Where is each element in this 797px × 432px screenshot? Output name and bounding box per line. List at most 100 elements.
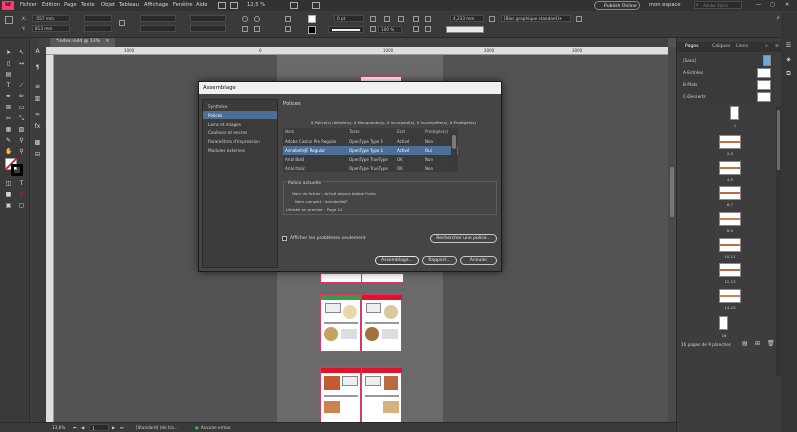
- master-a[interactable]: A-Entrées: [683, 70, 703, 75]
- scale-y-field[interactable]: [140, 25, 176, 32]
- character-panel-icon[interactable]: A: [34, 48, 41, 55]
- search-field[interactable]: ⌕ Adobe Stock: [694, 1, 742, 9]
- scale-x-field[interactable]: [140, 15, 176, 22]
- delete-page-icon[interactable]: 🗑: [767, 340, 775, 347]
- master-none[interactable]: [Sans]: [683, 58, 696, 63]
- page-thumb[interactable]: [719, 289, 741, 303]
- spread-page-right[interactable]: [361, 294, 402, 352]
- prev-page-icon[interactable]: ◀: [81, 425, 84, 430]
- horizontal-ruler[interactable]: 1000 0 1000 2000 3000: [46, 47, 668, 55]
- page-thumb[interactable]: [719, 186, 741, 200]
- apply-color-icon[interactable]: ■: [5, 191, 12, 198]
- table-row[interactable]: Arial Italic OpenType TrueType OK Non: [283, 164, 458, 172]
- master-thumb[interactable]: [763, 55, 771, 66]
- panel-menu-icon[interactable]: ≡: [775, 44, 779, 49]
- scissors-tool-icon[interactable]: ✂: [5, 115, 12, 122]
- page-thumb[interactable]: [730, 106, 739, 120]
- nav-polices[interactable]: Polices: [203, 111, 277, 119]
- fit-content-icon[interactable]: [413, 16, 419, 22]
- column-header[interactable]: Protégée(s): [425, 129, 448, 134]
- page-thumb[interactable]: [719, 263, 741, 277]
- menu-affichage[interactable]: Affichage: [144, 2, 168, 8]
- effects-panel-icon[interactable]: fx: [34, 123, 41, 130]
- gradient-tool-icon[interactable]: ▦: [5, 126, 12, 133]
- rectangle-tool-icon[interactable]: ▭: [18, 104, 25, 111]
- object-style-dropdown[interactable]: [Bloc graphique standard]+: [501, 15, 571, 22]
- fill-swatch[interactable]: [308, 15, 316, 23]
- master-b[interactable]: B-Plats: [683, 82, 697, 87]
- close-tab-icon[interactable]: ✕: [106, 39, 110, 44]
- tab-pages[interactable]: Pages: [685, 44, 699, 49]
- center-content-icon[interactable]: [413, 26, 419, 32]
- reference-point-icon[interactable]: [5, 16, 13, 24]
- view-mode-icon[interactable]: ▣: [5, 202, 12, 209]
- gradient-feather-icon[interactable]: ▧: [18, 126, 25, 133]
- page-thumb[interactable]: [719, 161, 741, 175]
- zoom-level[interactable]: 12,5 %: [247, 2, 265, 8]
- pen-tool-icon[interactable]: ✒: [5, 93, 12, 100]
- frame-fitting-icon[interactable]: [370, 16, 376, 22]
- master-status[interactable]: [Standard] (de tra...: [136, 425, 178, 430]
- content-collector-icon[interactable]: ▤: [5, 71, 12, 78]
- tab-calques[interactable]: Calques: [712, 44, 730, 49]
- spread-page-right[interactable]: [361, 273, 404, 283]
- publish-online-button[interactable]: Publish Online: [594, 1, 640, 10]
- view-options-icon[interactable]: [230, 2, 238, 9]
- panel-menu-icon[interactable]: ⚡: [776, 15, 780, 22]
- master-thumb[interactable]: [757, 80, 771, 90]
- default-colors-icon[interactable]: ◫: [5, 180, 12, 187]
- gap-tool-icon[interactable]: ↔: [18, 60, 25, 67]
- opacity-icon[interactable]: [370, 26, 376, 32]
- report-button[interactable]: Rapport...: [422, 256, 457, 265]
- spread-page-right[interactable]: [361, 367, 402, 422]
- selection-tool-icon[interactable]: ➤: [5, 49, 12, 56]
- preflight-status[interactable]: Aucune erreur: [201, 425, 231, 430]
- opacity-field[interactable]: 100 %: [378, 26, 402, 33]
- scroll-thumb[interactable]: [670, 167, 674, 217]
- first-page-icon[interactable]: ⏮: [73, 425, 77, 430]
- nav-synthese[interactable]: Synthèse: [203, 102, 277, 110]
- pencil-tool-icon[interactable]: ✏: [18, 93, 25, 100]
- height-field[interactable]: [84, 25, 112, 32]
- free-transform-icon[interactable]: ⤡: [18, 115, 25, 122]
- page-thumb[interactable]: [719, 238, 741, 252]
- constrain-proportions-icon[interactable]: [119, 20, 125, 26]
- close-icon[interactable]: ✕: [785, 2, 789, 8]
- workspace-switcher[interactable]: mon espace: [649, 2, 681, 8]
- fill-frame-icon[interactable]: [425, 26, 431, 32]
- menu-texte[interactable]: Texte: [81, 2, 95, 8]
- links-panel-icon[interactable]: ∞: [34, 111, 41, 118]
- nav-couleurs[interactable]: Couleurs et encres: [203, 128, 277, 136]
- page-thumb[interactable]: [719, 135, 741, 149]
- tab-liens[interactable]: Liens: [736, 44, 748, 49]
- spread-page-left[interactable]: [320, 273, 363, 283]
- package-button[interactable]: Assemblage...: [375, 256, 419, 265]
- text-wrap-icon[interactable]: [489, 16, 495, 22]
- column-header[interactable]: Etat: [397, 129, 405, 134]
- shear-field[interactable]: [190, 25, 226, 32]
- hand-tool-icon[interactable]: ✋: [5, 148, 12, 155]
- spread-page-left[interactable]: [320, 294, 361, 352]
- stroke-swatch[interactable]: [308, 26, 316, 34]
- effects-icon[interactable]: [384, 16, 390, 22]
- preview-mode-icon[interactable]: ▢: [18, 202, 25, 209]
- cc-libraries-icon[interactable]: ◈: [785, 56, 792, 63]
- rotate-cw-icon[interactable]: [242, 16, 248, 22]
- auto-fit-field[interactable]: [446, 26, 484, 33]
- problems-only-checkbox[interactable]: [282, 236, 287, 241]
- column-header[interactable]: Texte: [349, 129, 360, 134]
- eyedropper-tool-icon[interactable]: ⚲: [18, 137, 25, 144]
- select-content-icon[interactable]: [285, 26, 291, 32]
- new-style-icon[interactable]: [576, 16, 582, 22]
- bridge-icon[interactable]: [218, 2, 226, 9]
- master-thumb[interactable]: [757, 68, 771, 78]
- wrap-panel-icon[interactable]: ▩: [34, 139, 41, 146]
- stroke-weight-field[interactable]: 0 pt: [334, 15, 364, 22]
- page-size-icon[interactable]: ▤: [742, 340, 748, 347]
- nav-modules[interactable]: Modules externes: [203, 146, 277, 154]
- stroke-style-preview[interactable]: [328, 26, 364, 33]
- page-number-field[interactable]: 1: [89, 424, 109, 431]
- frame-tool-icon[interactable]: ⊠: [5, 104, 12, 111]
- flip-horizontal-icon[interactable]: [242, 26, 248, 32]
- dialog-title[interactable]: Assemblage: [199, 82, 501, 94]
